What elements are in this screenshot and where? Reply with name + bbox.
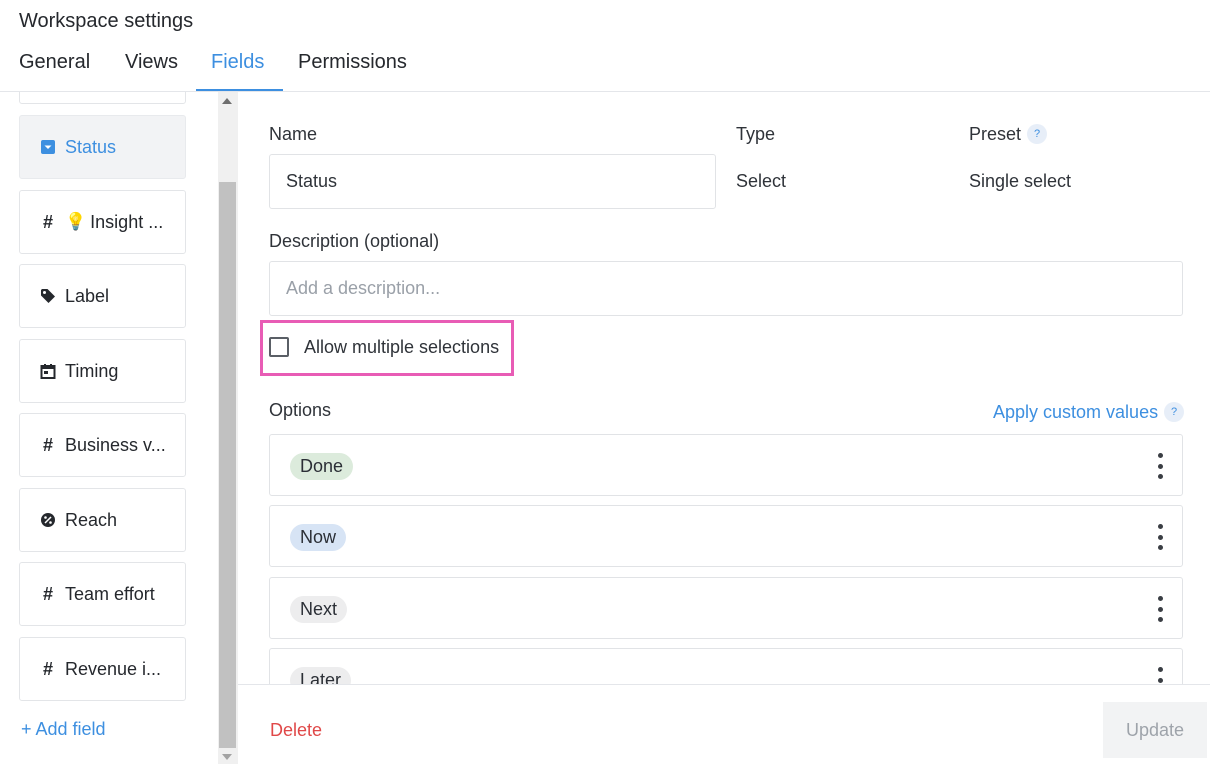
- field-card-timing[interactable]: Timing: [19, 339, 186, 403]
- add-field-button[interactable]: + Add field: [21, 719, 106, 740]
- field-card-label: Insight ...: [90, 211, 164, 232]
- type-label: Type: [736, 124, 776, 144]
- option-chip: Now: [290, 524, 347, 551]
- apply-custom-values-row: Apply custom values?: [993, 402, 1185, 423]
- field-card-insight[interactable]: # 💡 Insight ...: [19, 190, 186, 254]
- hash-icon: #: [42, 583, 53, 604]
- allow-multiple-label[interactable]: Allow multiple selections: [304, 337, 499, 358]
- tag-icon: [39, 287, 57, 305]
- scroll-down-arrow-icon[interactable]: [222, 754, 232, 760]
- tab-fields[interactable]: Fields: [211, 51, 264, 74]
- kebab-menu-icon[interactable]: [1154, 596, 1166, 622]
- scroll-thumb[interactable]: [219, 182, 236, 748]
- option-row[interactable]: Now: [269, 505, 1183, 567]
- preset-label-row: Preset?: [969, 124, 1048, 145]
- dropdown-square-icon: [39, 138, 57, 156]
- apply-custom-values-link[interactable]: Apply custom values: [993, 402, 1158, 422]
- description-input[interactable]: [269, 261, 1183, 316]
- field-card-team-effort[interactable]: # Team effort: [19, 562, 186, 626]
- field-card-label: Business v...: [65, 434, 166, 455]
- active-tab-indicator: [196, 89, 283, 91]
- option-chip: Later: [290, 667, 352, 685]
- field-list-scrollbar[interactable]: [218, 92, 238, 764]
- preset-help-icon[interactable]: ?: [1027, 124, 1048, 144]
- field-card-label: Timing: [65, 360, 119, 381]
- delete-button[interactable]: Delete: [270, 720, 322, 741]
- preset-label: Preset: [969, 124, 1022, 144]
- scroll-up-arrow-icon[interactable]: [222, 98, 232, 104]
- kebab-menu-icon[interactable]: [1154, 453, 1166, 479]
- name-input[interactable]: [269, 154, 716, 209]
- preset-value: Single select: [969, 171, 1072, 191]
- hash-icon: #: [42, 434, 53, 455]
- settings-tabs: General Views Fields Permissions: [0, 40, 1210, 92]
- option-row[interactable]: Done: [269, 434, 1183, 496]
- kebab-menu-icon[interactable]: [1154, 667, 1166, 685]
- percent-circle-icon: [39, 511, 57, 529]
- field-card-label-field[interactable]: Label: [19, 264, 186, 328]
- calendar-icon: [39, 362, 57, 380]
- tab-general[interactable]: General: [19, 51, 90, 74]
- kebab-menu-icon[interactable]: [1154, 524, 1166, 550]
- update-button[interactable]: Update: [1103, 702, 1207, 758]
- hash-icon: #: [42, 658, 53, 679]
- options-list: Done Now Next Later: [240, 430, 1210, 685]
- name-label: Name: [269, 124, 318, 144]
- lightbulb-icon: 💡: [65, 212, 87, 231]
- page-title: Workspace settings: [19, 10, 194, 32]
- type-value: Select: [736, 171, 787, 191]
- option-row[interactable]: Next: [269, 577, 1183, 639]
- options-label: Options: [269, 400, 332, 420]
- field-card-label: Status: [65, 136, 117, 157]
- option-chip: Done: [290, 453, 354, 480]
- option-chip: Next: [290, 596, 348, 623]
- description-label: Description (optional): [269, 231, 440, 251]
- field-card-label: Revenue i...: [65, 658, 162, 679]
- field-card-label: Reach: [65, 509, 118, 530]
- field-card-hidden[interactable]: [19, 92, 186, 104]
- field-card-business-value[interactable]: # Business v...: [19, 413, 186, 477]
- allow-multiple-checkbox[interactable]: [269, 337, 289, 357]
- field-card-label: Label: [65, 285, 110, 306]
- apply-help-icon[interactable]: ?: [1164, 402, 1185, 422]
- field-card-reach[interactable]: Reach: [19, 488, 186, 552]
- hash-icon: #: [42, 211, 53, 232]
- field-card-revenue[interactable]: # Revenue i...: [19, 637, 186, 701]
- field-card-label: Team effort: [65, 583, 155, 604]
- editor-footer: Delete Update: [238, 684, 1210, 764]
- tab-views[interactable]: Views: [125, 51, 178, 74]
- option-row[interactable]: Later: [269, 648, 1183, 685]
- field-list: Status # 💡 Insight ... Label Timing # Bu…: [0, 92, 218, 764]
- tab-permissions[interactable]: Permissions: [298, 51, 407, 74]
- field-card-status[interactable]: Status: [19, 115, 186, 179]
